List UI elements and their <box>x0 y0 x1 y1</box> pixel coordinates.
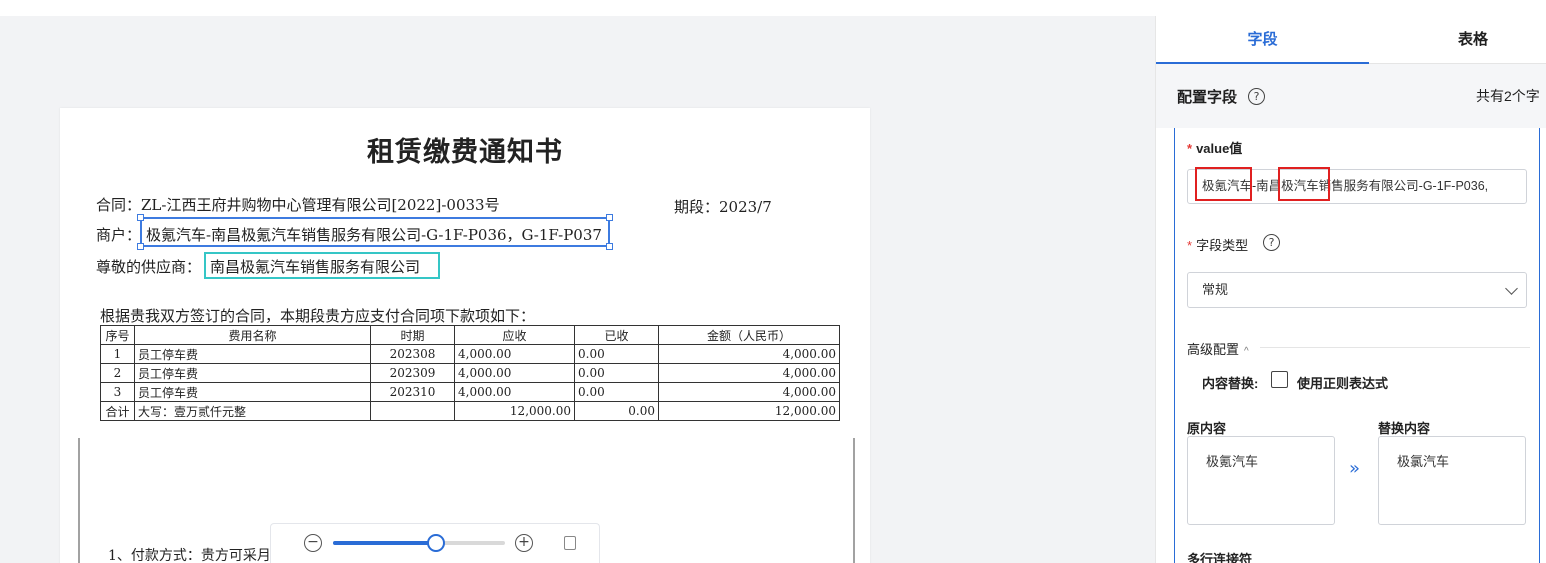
config-title: 配置字段 <box>1177 89 1238 106</box>
table-row: 3 员工停车费 202310 4,000.00 0.00 4,000.00 <box>100 382 840 402</box>
double-arrow-right-icon: » <box>1349 458 1361 479</box>
table-cell: 大写：壹万贰仟元整 <box>134 401 371 421</box>
table-cell: 12,000.00 <box>454 401 575 421</box>
payment-method-line: 1、付款方式：贵方可采月 <box>108 548 271 563</box>
scan-edge-left <box>78 438 80 563</box>
table-cell: 1 <box>100 344 135 364</box>
table-cell <box>370 401 455 421</box>
table-cell: 202308 <box>370 344 455 364</box>
table-cell: 员工停车费 <box>134 382 371 402</box>
table-cell: 4,000.00 <box>454 344 575 364</box>
table-row: 2 员工停车费 202309 4,000.00 0.00 4,000.00 <box>100 363 840 383</box>
supplier-selection-box[interactable] <box>204 252 440 279</box>
table-cell: 12,000.00 <box>658 401 840 421</box>
period-line: 期段：2023/7 <box>674 198 772 216</box>
table-cell: 4,000.00 <box>658 363 840 383</box>
panel-tabs: 字段 表格 <box>1156 16 1546 64</box>
merchant-label: 商户： <box>96 226 142 244</box>
table-cell: 202310 <box>370 382 455 402</box>
table-header: 序号 <box>100 325 135 345</box>
replace-label: 内容替换: <box>1202 376 1259 391</box>
table-cell: 4,000.00 <box>658 382 840 402</box>
table-cell: 0.00 <box>574 344 659 364</box>
zoom-out-icon[interactable]: − <box>304 534 322 552</box>
value-label-text: value值 <box>1196 141 1243 156</box>
intro-line: 根据贵我双方签订的合同，本期段贵方应支付合同项下款项如下： <box>100 307 536 325</box>
chevron-down-icon <box>1505 282 1518 295</box>
merchant-selection-box[interactable] <box>137 214 613 250</box>
zoom-toolbar: − + <box>270 523 600 563</box>
field-type-label: * 字段类型 <box>1187 235 1248 254</box>
field-type-label-text: 字段类型 <box>1196 238 1249 253</box>
original-content-textarea[interactable]: 极氪汽车 <box>1187 436 1335 525</box>
field-config-panel: 字段 表格 配置字段 ? 共有2个字 * value值 极氪汽车-南昌极汽车销售服… <box>1155 16 1546 563</box>
resize-handle[interactable] <box>137 214 144 221</box>
document-page: 租赁缴费通知书 合同：ZL-江西王府井购物中心管理有限公司[2022]-0033… <box>60 108 870 563</box>
table-header-row: 序号 费用名称 时期 应收 已收 金额（人民币） <box>100 325 840 345</box>
tab-tables[interactable]: 表格 <box>1369 16 1546 64</box>
multiline-joiner-label: 多行连接符 <box>1187 552 1253 563</box>
field-type-select[interactable]: 常规 <box>1187 272 1527 308</box>
table-cell: 202309 <box>370 363 455 383</box>
table-cell: 0.00 <box>574 363 659 383</box>
tab-fields[interactable]: 字段 <box>1156 16 1369 64</box>
advanced-config-toggle[interactable]: 高级配置 ^ <box>1187 339 1249 358</box>
table-header: 时期 <box>370 325 455 345</box>
table-cell: 0.00 <box>574 382 659 402</box>
zoom-slider-fill <box>333 541 437 545</box>
zoom-slider-thumb[interactable] <box>427 534 446 552</box>
table-cell: 4,000.00 <box>454 382 575 402</box>
supplier-label: 尊敬的供应商： <box>96 258 202 276</box>
fit-page-icon[interactable] <box>564 536 576 550</box>
original-content-label: 原内容 <box>1187 421 1227 436</box>
table-cell: 员工停车费 <box>134 344 371 364</box>
divider <box>1260 347 1530 348</box>
resize-handle[interactable] <box>606 214 613 221</box>
table-total-row: 合计 大写：壹万贰仟元整 12,000.00 0.00 12,000.00 <box>100 401 840 421</box>
table-header: 已收 <box>574 325 659 345</box>
zoom-in-icon[interactable]: + <box>515 534 533 552</box>
table-header: 费用名称 <box>134 325 371 345</box>
table-cell: 合计 <box>100 401 135 421</box>
table-cell: 员工停车费 <box>134 363 371 383</box>
value-label: * value值 <box>1187 138 1242 157</box>
fee-table: 序号 费用名称 时期 应收 已收 金额（人民币） 1 员工停车费 202308 … <box>100 325 840 421</box>
document-title: 租赁缴费通知书 <box>367 137 563 168</box>
highlight-box <box>1195 167 1252 201</box>
replacement-content-label: 替换内容 <box>1378 421 1431 436</box>
table-cell: 4,000.00 <box>658 344 840 364</box>
replacement-content-textarea[interactable]: 极氯汽车 <box>1378 436 1526 525</box>
regex-label: 使用正则表达式 <box>1297 376 1389 391</box>
table-cell: 3 <box>100 382 135 402</box>
regex-checkbox[interactable] <box>1271 371 1288 388</box>
table-cell: 4,000.00 <box>454 363 575 383</box>
table-header: 金额（人民币） <box>658 325 840 345</box>
chevron-up-icon: ^ <box>1244 346 1249 357</box>
document-viewer[interactable]: 租赁缴费通知书 合同：ZL-江西王府井购物中心管理有限公司[2022]-0033… <box>0 16 1155 563</box>
required-mark: * <box>1187 238 1193 253</box>
help-icon[interactable]: ? <box>1248 88 1265 105</box>
config-header: 配置字段 ? 共有2个字 <box>1156 64 1546 128</box>
zoom-slider[interactable] <box>333 534 505 552</box>
contract-line: 合同：ZL-江西王府井购物中心管理有限公司[2022]-0033号 <box>96 196 500 214</box>
advanced-config-label: 高级配置 <box>1187 342 1240 357</box>
required-mark: * <box>1187 141 1193 156</box>
help-icon[interactable]: ? <box>1263 234 1280 251</box>
resize-handle[interactable] <box>137 243 144 250</box>
table-header: 应收 <box>454 325 575 345</box>
table-row: 1 员工停车费 202308 4,000.00 0.00 4,000.00 <box>100 344 840 364</box>
highlight-box <box>1278 167 1330 201</box>
field-type-value: 常规 <box>1202 282 1229 297</box>
field-card: * value值 极氪汽车-南昌极汽车销售服务有限公司-G-1F-P036, * 字… <box>1174 128 1540 563</box>
resize-handle[interactable] <box>606 243 613 250</box>
scan-edge-right <box>853 438 855 563</box>
table-cell: 0.00 <box>574 401 659 421</box>
table-cell: 2 <box>100 363 135 383</box>
field-count: 共有2个字 <box>1476 88 1540 104</box>
